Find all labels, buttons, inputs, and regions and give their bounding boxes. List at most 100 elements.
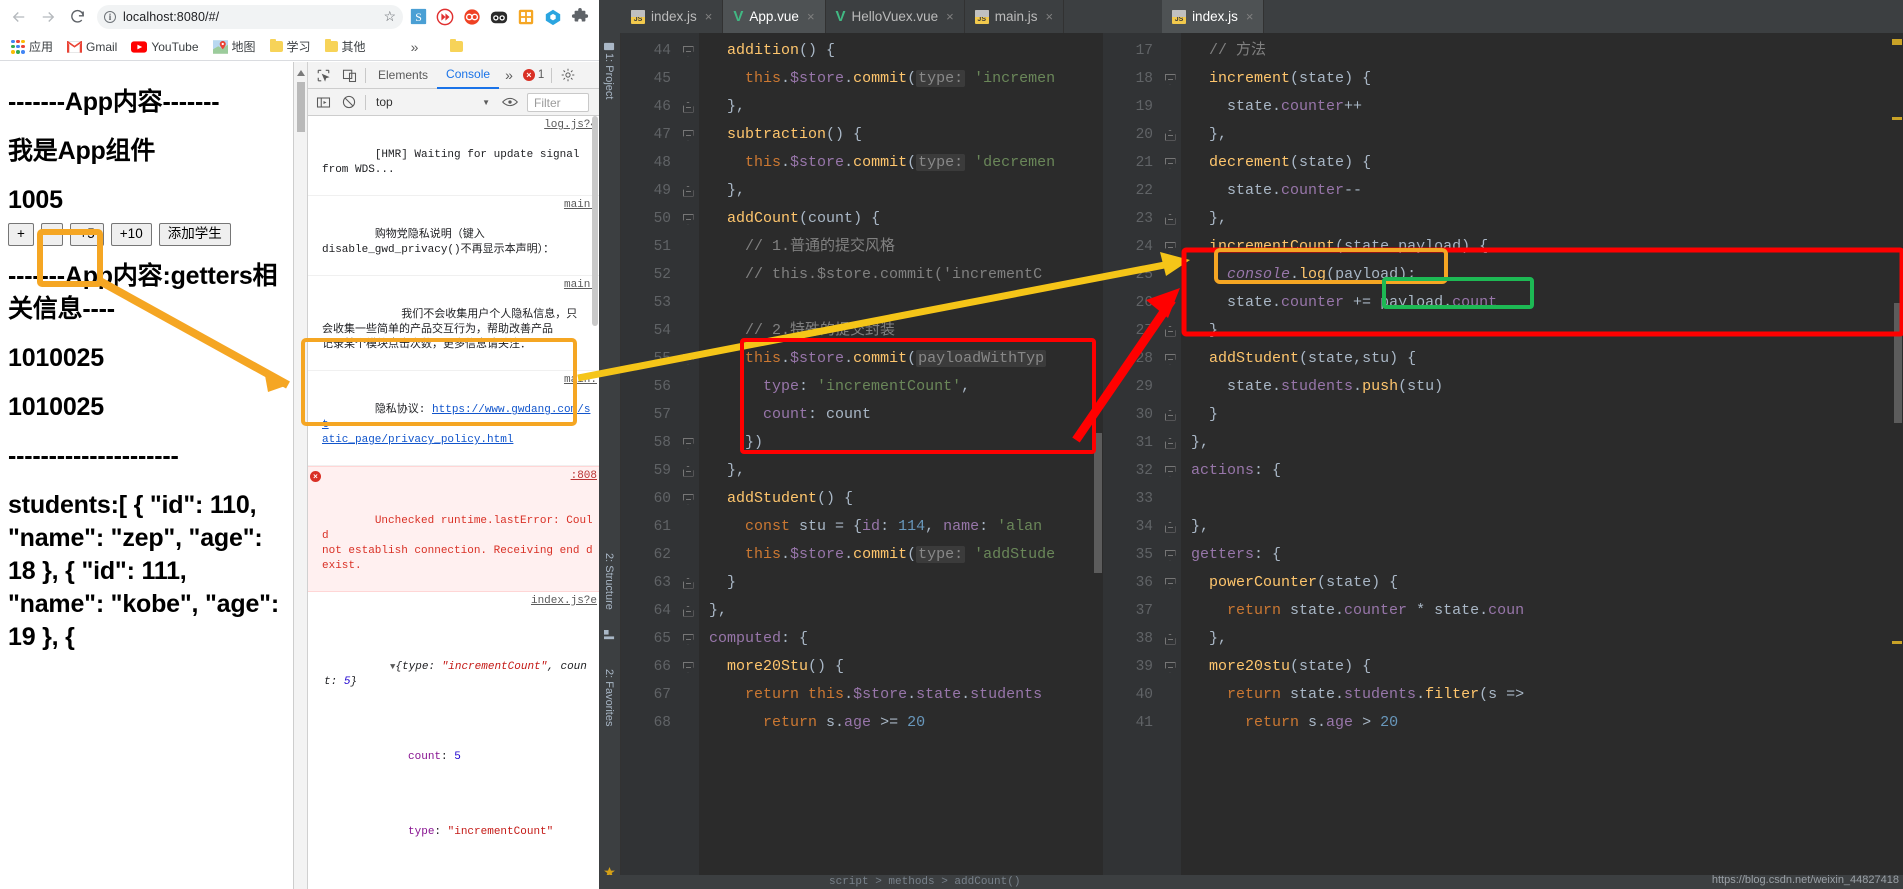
close-icon[interactable]: × <box>946 9 954 24</box>
code-line[interactable]: }, <box>1181 625 1903 653</box>
code-line[interactable]: const stu = {id: 114, name: 'alan <box>699 513 1103 541</box>
code-line[interactable]: } <box>699 569 1103 597</box>
code-line[interactable]: }, <box>1181 121 1903 149</box>
fold-marker[interactable] <box>677 37 699 65</box>
scrollbar-thumb[interactable] <box>297 82 305 132</box>
fold-marker[interactable] <box>1159 429 1181 457</box>
console-scrollbar[interactable] <box>591 116 599 889</box>
code-line[interactable]: }, <box>1181 317 1903 345</box>
vue-devtools-extension-icon[interactable] <box>541 5 565 29</box>
code-area-app-vue[interactable]: addition() { this.$store.commit(type: 'i… <box>699 33 1103 889</box>
bookmark-folder-other[interactable]: 其他 <box>320 36 371 57</box>
code-line[interactable]: subtraction() { <box>699 121 1103 149</box>
code-line[interactable]: }) <box>699 429 1103 457</box>
code-line[interactable]: addition() { <box>699 37 1103 65</box>
code-line[interactable]: }, <box>699 177 1103 205</box>
code-line[interactable]: count: count <box>699 401 1103 429</box>
code-line[interactable]: addCount(count) { <box>699 205 1103 233</box>
code-line[interactable]: return state.counter * state.coun <box>1181 597 1903 625</box>
scrollbar-thumb[interactable] <box>592 116 598 326</box>
fold-marker[interactable] <box>677 121 699 149</box>
log-row-object[interactable]: index.js?e ▼{type: "incrementCount", cou… <box>308 592 599 889</box>
code-line[interactable]: }, <box>699 597 1103 625</box>
bookmarks-overflow-button[interactable]: » <box>405 39 425 55</box>
back-button[interactable] <box>6 4 32 30</box>
add-student-button[interactable]: 添加学生 <box>158 223 231 246</box>
devtools-overflow-button[interactable]: » <box>499 67 519 83</box>
editor-tab-index-js[interactable]: index.js × <box>621 0 724 33</box>
fold-marker[interactable] <box>1159 569 1181 597</box>
code-line[interactable]: this.$store.commit(payloadWithTyp <box>699 345 1103 373</box>
fold-marker[interactable] <box>1159 205 1181 233</box>
structure-tool-icon[interactable] <box>604 628 615 640</box>
code-line[interactable]: }, <box>1181 429 1903 457</box>
editor-warning-marker[interactable] <box>1892 39 1902 45</box>
reload-button[interactable] <box>64 4 90 30</box>
bookmark-star-icon[interactable]: ☆ <box>383 8 396 25</box>
editor-tab-store-index-js[interactable]: index.js × <box>1162 0 1265 33</box>
code-line[interactable]: state.counter-- <box>1181 177 1903 205</box>
code-line[interactable]: } <box>1181 401 1903 429</box>
fold-marker[interactable] <box>1159 401 1181 429</box>
editor-tab-app-vue[interactable]: V App.vue × <box>723 0 826 33</box>
code-line[interactable] <box>1181 485 1903 513</box>
code-line[interactable]: state.counter++ <box>1181 93 1903 121</box>
folder-icon[interactable] <box>450 39 464 52</box>
editor-marker[interactable] <box>1892 117 1902 120</box>
gutter-fold-markers[interactable] <box>677 33 699 889</box>
clear-console-icon[interactable] <box>336 89 362 115</box>
infinity-extension-icon[interactable] <box>460 5 484 29</box>
log-source-link[interactable]: log.js?4 <box>544 118 597 133</box>
code-line[interactable]: this.$store.commit(type: 'incremen <box>699 65 1103 93</box>
fold-marker[interactable] <box>677 457 699 485</box>
bookmark-apps[interactable]: 应用 <box>6 36 58 57</box>
tab-elements[interactable]: Elements <box>369 63 437 88</box>
editor-app-vue[interactable]: 44 45 46 47 48 49 50 51 52 53 54 55 56 57 58 59 60 61 62 63… <box>621 33 1103 889</box>
fold-marker[interactable] <box>1159 149 1181 177</box>
code-line[interactable]: console.log(payload); <box>1181 261 1903 289</box>
tab-console[interactable]: Console <box>437 62 500 89</box>
fold-marker[interactable] <box>1159 65 1181 93</box>
device-toolbar-icon[interactable] <box>336 62 362 88</box>
code-line[interactable]: type: 'incrementCount', <box>699 373 1103 401</box>
code-line[interactable]: return this.$store.state.students <box>699 681 1103 709</box>
code-line[interactable]: increment(state) { <box>1181 65 1903 93</box>
close-icon[interactable]: × <box>705 9 713 24</box>
inspect-icon[interactable] <box>310 62 336 88</box>
panda-extension-icon[interactable] <box>487 5 511 29</box>
log-source-link[interactable]: index.js?e <box>531 594 597 609</box>
code-line[interactable]: computed: { <box>699 625 1103 653</box>
s-extension-icon[interactable]: S <box>406 5 430 29</box>
code-line[interactable]: state.students.push(stu) <box>1181 373 1903 401</box>
code-line[interactable]: actions: { <box>1181 457 1903 485</box>
code-line[interactable]: this.$store.commit(type: 'addStude <box>699 541 1103 569</box>
object-prop-proto[interactable]: ▶ __proto__: Object <box>324 885 595 889</box>
fold-marker[interactable] <box>677 345 699 373</box>
code-line[interactable]: return s.age > 20 <box>1181 709 1903 737</box>
editor-marker[interactable] <box>1892 641 1902 644</box>
scroll-up-icon[interactable] <box>297 70 305 76</box>
decrement-button[interactable]: - <box>40 223 64 246</box>
code-line[interactable]: addStudent(state,stu) { <box>1181 345 1903 373</box>
code-line[interactable]: decrement(state) { <box>1181 149 1903 177</box>
bookmark-gmail[interactable]: Gmail <box>62 38 122 56</box>
puzzle-extension-icon[interactable] <box>568 5 592 29</box>
execution-context-select[interactable]: top ▼ <box>369 92 497 112</box>
fold-marker[interactable] <box>677 429 699 457</box>
editor-scrollbar[interactable] <box>1894 303 1902 423</box>
increment-button[interactable]: + <box>8 223 34 246</box>
fold-marker[interactable] <box>1159 625 1181 653</box>
devtools-resizer[interactable] <box>294 62 308 889</box>
code-line[interactable]: return state.students.filter(s => <box>1181 681 1903 709</box>
editor-tab-main-js[interactable]: main.js × <box>965 0 1065 33</box>
tool-window-project[interactable]: 1: Project <box>603 53 615 99</box>
project-tool-icon[interactable] <box>604 39 615 51</box>
code-line[interactable]: // 1.普通的提交风格 <box>699 233 1103 261</box>
eye-icon[interactable] <box>497 89 523 115</box>
code-line[interactable]: state.counter += payload.count <box>1181 289 1903 317</box>
fold-marker[interactable] <box>677 485 699 513</box>
address-bar[interactable]: i localhost:8080/#/ ☆ <box>97 4 403 29</box>
code-line[interactable]: incrementCount(state,payload) { <box>1181 233 1903 261</box>
fold-marker[interactable] <box>677 625 699 653</box>
fold-marker[interactable] <box>677 93 699 121</box>
